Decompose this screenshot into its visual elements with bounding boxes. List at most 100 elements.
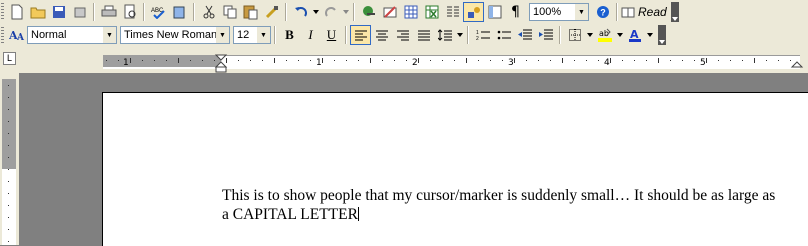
line-spacing-dropdown-icon[interactable]: [455, 25, 464, 45]
ruler-tick: [718, 60, 719, 61]
format-painter-icon[interactable]: [261, 2, 282, 22]
font-select[interactable]: Times New Roman ▼: [120, 26, 230, 44]
ruler-tick: [514, 58, 515, 63]
line-spacing-icon[interactable]: [434, 25, 455, 45]
spelling-icon[interactable]: ABC: [148, 2, 169, 22]
font-color-dropdown-icon[interactable]: [645, 25, 654, 45]
research-icon[interactable]: [169, 2, 190, 22]
save-icon[interactable]: [48, 2, 69, 22]
document-map-icon[interactable]: [484, 2, 505, 22]
undo-dropdown-icon[interactable]: [311, 2, 320, 22]
vertical-ruler-tick: [8, 97, 9, 98]
open-icon[interactable]: [27, 2, 48, 22]
ruler-number: 5: [700, 58, 706, 68]
paste-icon[interactable]: [240, 2, 261, 22]
vertical-ruler-ticks: [8, 85, 9, 242]
right-indent-marker: [790, 61, 804, 68]
ruler-tick: [490, 60, 491, 61]
insert-excel-icon[interactable]: [421, 2, 442, 22]
justify-icon[interactable]: [413, 25, 434, 45]
insert-table-icon[interactable]: [400, 2, 421, 22]
align-right-icon[interactable]: [392, 25, 413, 45]
borders-dropdown-icon[interactable]: [585, 25, 594, 45]
ruler-ticks: 1 1 2 3 4 5: [106, 54, 804, 73]
ruler-tick: [622, 60, 623, 61]
document-page[interactable]: This is to show people that my cursor/ma…: [102, 92, 808, 246]
ruler-tick: [190, 60, 191, 61]
chevron-down-icon[interactable]: ▼: [103, 27, 116, 43]
font-size-select[interactable]: 12 ▼: [233, 26, 271, 44]
document-line-with-caret: a CAPITAL LETTER: [222, 205, 802, 224]
redo-dropdown-icon[interactable]: [341, 2, 350, 22]
copy-icon[interactable]: [219, 2, 240, 22]
ruler-tick: [550, 60, 551, 61]
ruler-tick: [742, 60, 743, 61]
print-icon[interactable]: [98, 2, 119, 22]
ruler-tick: [334, 60, 335, 61]
toolbar-grip[interactable]: [1, 27, 4, 44]
ruler-number: 1: [316, 58, 322, 68]
document-line: This is to show people that my cursor/ma…: [222, 187, 776, 204]
borders-icon[interactable]: [564, 25, 585, 45]
redo-icon[interactable]: [320, 2, 341, 22]
ruler-number: 2: [412, 58, 418, 68]
ruler-tick: [250, 60, 251, 61]
toolbar-separator: [467, 26, 469, 44]
ruler-tick: [730, 60, 731, 61]
new-icon[interactable]: [6, 2, 27, 22]
italic-button[interactable]: I: [300, 25, 321, 45]
chevron-down-icon[interactable]: ▼: [575, 4, 588, 20]
ruler-tick: [238, 60, 239, 61]
highlight-icon[interactable]: ab: [594, 25, 615, 45]
document-body[interactable]: This is to show people that my cursor/ma…: [222, 186, 802, 224]
horizontal-ruler[interactable]: L 1 1 2 3 4 5: [0, 47, 808, 73]
ruler-tick: [286, 60, 287, 61]
cut-icon[interactable]: [198, 2, 219, 22]
bullets-icon[interactable]: [493, 25, 514, 45]
ruler-tick: [130, 58, 131, 63]
chevron-down-icon[interactable]: ▼: [216, 27, 229, 43]
undo-icon[interactable]: [290, 2, 311, 22]
font-value: Times New Roman: [124, 29, 218, 41]
toolbar-options-icon[interactable]: [670, 2, 679, 22]
ruler-tick: [262, 60, 263, 61]
chevron-down-icon[interactable]: ▼: [257, 27, 270, 43]
hanging-indent-marker: [214, 61, 228, 68]
read-label: Read: [638, 5, 667, 19]
svg-text:2: 2: [476, 36, 479, 41]
ruler-tick: [382, 60, 383, 61]
styles-formatting-icon[interactable]: AA: [6, 25, 27, 45]
toolbar-options-icon[interactable]: [658, 25, 666, 45]
bold-button[interactable]: B: [279, 25, 300, 45]
ruler-tick: [298, 60, 299, 61]
ruler-tick: [118, 60, 119, 61]
show-hide-icon[interactable]: ¶: [505, 2, 526, 22]
align-center-icon[interactable]: [371, 25, 392, 45]
ruler-tick: [610, 58, 611, 63]
formatting-toolbar: AA Normal ▼ Times New Roman ▼ 12 ▼ B I U…: [0, 24, 808, 47]
ruler-tick: [310, 60, 311, 61]
decrease-indent-icon[interactable]: [514, 25, 535, 45]
svg-text:?: ?: [600, 8, 606, 18]
hyperlink-icon[interactable]: [358, 2, 379, 22]
underline-button[interactable]: U: [321, 25, 342, 45]
columns-icon[interactable]: [442, 2, 463, 22]
style-select[interactable]: Normal ▼: [27, 26, 117, 44]
increase-indent-icon[interactable]: [535, 25, 556, 45]
tables-borders-icon[interactable]: [379, 2, 400, 22]
font-color-icon[interactable]: A: [624, 25, 645, 45]
print-preview-icon[interactable]: [119, 2, 140, 22]
vertical-ruler[interactable]: [0, 73, 19, 245]
ruler-tick: [358, 60, 359, 61]
read-button[interactable]: Read: [621, 2, 667, 22]
toolbar-grip[interactable]: [1, 3, 4, 20]
zoom-select[interactable]: 100% ▼: [529, 3, 589, 21]
toolbar-separator: [559, 26, 561, 44]
ruler-tick: [406, 60, 407, 61]
drawing-icon[interactable]: [463, 2, 484, 22]
align-left-icon[interactable]: [350, 25, 371, 45]
permission-icon[interactable]: [69, 2, 90, 22]
numbering-icon[interactable]: 12: [472, 25, 493, 45]
highlight-dropdown-icon[interactable]: [615, 25, 624, 45]
help-icon[interactable]: ?: [592, 2, 613, 22]
